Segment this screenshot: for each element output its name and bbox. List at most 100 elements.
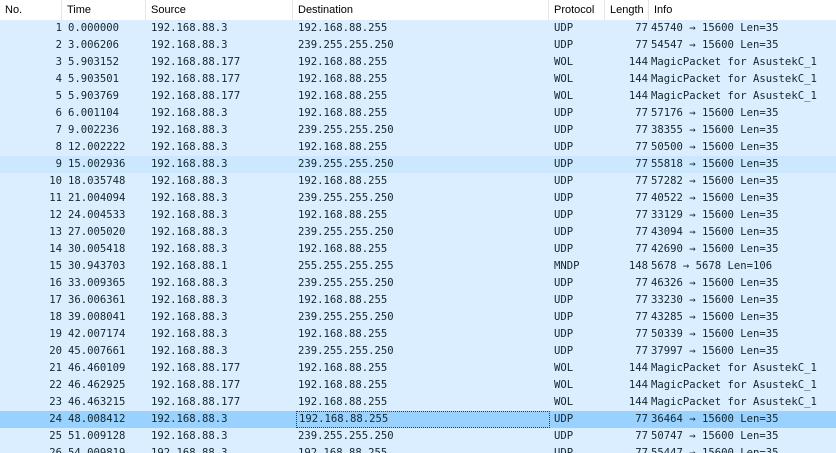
column-header-protocol[interactable]: Protocol — [549, 0, 605, 20]
packet-row[interactable]: 6 6.001104 192.168.88.3 192.168.88.255 UDP 77… — [0, 105, 836, 122]
packet-info-cell: 54547 → 15600 Len=35 — [651, 39, 779, 51]
packet-time-cell: 5.903769 — [68, 90, 120, 102]
packet-source-cell: 192.168.88.177 — [151, 73, 241, 85]
packet-row[interactable]: 24 48.008412 192.168.88.3 192.168.88.255 UDP… — [0, 411, 836, 428]
packet-length-cell: 77 — [635, 124, 648, 136]
packet-row[interactable]: 7 9.002236 192.168.88.3 239.255.255.250 UDP 7… — [0, 122, 836, 139]
packet-row[interactable]: 2 3.006206 192.168.88.3 239.255.255.250 UDP 7… — [0, 37, 836, 54]
column-header-time[interactable]: Time — [62, 0, 146, 20]
packet-length-cell: 77 — [635, 192, 648, 204]
packet-source-cell: 192.168.88.177 — [151, 379, 241, 391]
packet-list[interactable]: No. Time Source Destination Protocol Len… — [0, 0, 836, 453]
packet-row[interactable]: 4 5.903501 192.168.88.177 192.168.88.255 WOL… — [0, 71, 836, 88]
packet-row[interactable]: 11 21.004094 192.168.88.3 239.255.255.250 UD… — [0, 190, 836, 207]
packet-destination-cell: 192.168.88.255 — [298, 107, 388, 119]
packet-destination-cell: 239.255.255.250 — [298, 430, 394, 442]
packet-length-cell: 77 — [635, 39, 648, 51]
packet-time-cell: 39.008041 — [68, 311, 126, 323]
packet-info-cell: MagicPacket for AsustekC_1 — [651, 396, 817, 408]
packet-no-cell: 24 — [49, 413, 62, 425]
packet-source-cell: 192.168.88.3 — [151, 209, 228, 221]
packet-protocol-cell: WOL — [554, 379, 574, 391]
column-header-no[interactable]: No. — [0, 0, 62, 20]
packet-no-cell: 16 — [49, 277, 62, 289]
packet-row[interactable]: 3 5.903152 192.168.88.177 192.168.88.255 WOL… — [0, 54, 836, 71]
packet-time-cell: 33.009365 — [68, 277, 126, 289]
packet-row[interactable]: 16 33.009365 192.168.88.3 239.255.255.250 UD… — [0, 275, 836, 292]
column-header-destination[interactable]: Destination — [293, 0, 549, 20]
packet-destination-cell: 239.255.255.250 — [298, 226, 394, 238]
packet-time-cell: 48.008412 — [68, 413, 126, 425]
packet-info-cell: 50747 → 15600 Len=35 — [651, 430, 779, 442]
packet-info-cell: MagicPacket for AsustekC_1 — [651, 90, 817, 102]
packet-no-cell: 6 — [55, 107, 62, 119]
packet-row[interactable]: 12 24.004533 192.168.88.3 192.168.88.255 UDP… — [0, 207, 836, 224]
packet-protocol-cell: UDP — [554, 107, 574, 119]
packet-destination-cell: 192.168.88.255 — [298, 243, 388, 255]
packet-row[interactable]: 19 42.007174 192.168.88.3 192.168.88.255 UDP… — [0, 326, 836, 343]
packet-destination-cell: 192.168.88.255 — [298, 90, 388, 102]
packet-row[interactable]: 9 15.002936 192.168.88.3 239.255.255.250 UDP… — [0, 156, 836, 173]
packet-row[interactable]: 8 12.002222 192.168.88.3 192.168.88.255 UDP 7… — [0, 139, 836, 156]
packet-row[interactable]: 1 0.000000 192.168.88.3 192.168.88.255 UDP 77… — [0, 20, 836, 37]
packet-row[interactable]: 23 46.463215 192.168.88.177 192.168.88.255 W… — [0, 394, 836, 411]
packet-info-cell: 38355 → 15600 Len=35 — [651, 124, 779, 136]
packet-row[interactable]: 15 30.943703 192.168.88.1 255.255.255.255 MN… — [0, 258, 836, 275]
packet-length-cell: 144 — [628, 362, 648, 374]
packet-destination-cell: 192.168.88.255 — [298, 362, 388, 374]
packet-info-cell: 45740 → 15600 Len=35 — [651, 22, 779, 34]
packet-destination-cell: 239.255.255.250 — [298, 311, 394, 323]
packet-row[interactable]: 5 5.903769 192.168.88.177 192.168.88.255 WOL… — [0, 88, 836, 105]
packet-destination-cell: 239.255.255.250 — [298, 345, 394, 357]
packet-length-cell: 144 — [628, 56, 648, 68]
packet-no-cell: 5 — [55, 90, 62, 102]
column-header-row: No. Time Source Destination Protocol Len… — [0, 0, 836, 21]
packet-source-cell: 192.168.88.3 — [151, 311, 228, 323]
packet-length-cell: 77 — [635, 447, 648, 453]
packet-info-cell: 33230 → 15600 Len=35 — [651, 294, 779, 306]
packet-destination-cell: 192.168.88.255 — [298, 73, 388, 85]
packet-source-cell: 192.168.88.3 — [151, 107, 228, 119]
packet-protocol-cell: UDP — [554, 39, 574, 51]
packet-row[interactable]: 25 51.009128 192.168.88.3 239.255.255.250 UD… — [0, 428, 836, 445]
packet-protocol-cell: UDP — [554, 209, 574, 221]
packet-info-cell: 36464 → 15600 Len=35 — [651, 413, 779, 425]
packet-row[interactable]: 21 46.460109 192.168.88.177 192.168.88.255 W… — [0, 360, 836, 377]
packet-length-cell: 77 — [635, 175, 648, 187]
column-header-info[interactable]: Info — [649, 0, 836, 20]
packet-time-cell: 27.005020 — [68, 226, 126, 238]
packet-row[interactable]: 13 27.005020 192.168.88.3 239.255.255.250 UD… — [0, 224, 836, 241]
packet-row[interactable]: 18 39.008041 192.168.88.3 239.255.255.250 UD… — [0, 309, 836, 326]
packet-time-cell: 15.002936 — [68, 158, 126, 170]
packet-row[interactable]: 26 54.009819 192.168.88.3 192.168.88.255 UDP… — [0, 445, 836, 453]
packet-time-cell: 30.943703 — [68, 260, 126, 272]
packet-length-cell: 77 — [635, 209, 648, 221]
packet-source-cell: 192.168.88.3 — [151, 277, 228, 289]
packet-source-cell: 192.168.88.3 — [151, 141, 228, 153]
packet-row[interactable]: 14 30.005418 192.168.88.3 192.168.88.255 UDP… — [0, 241, 836, 258]
packet-no-cell: 17 — [49, 294, 62, 306]
packet-row[interactable]: 17 36.006361 192.168.88.3 192.168.88.255 UDP… — [0, 292, 836, 309]
packet-info-cell: 50339 → 15600 Len=35 — [651, 328, 779, 340]
packet-source-cell: 192.168.88.3 — [151, 447, 228, 453]
packet-row[interactable]: 22 46.462925 192.168.88.177 192.168.88.255 W… — [0, 377, 836, 394]
packet-no-cell: 9 — [55, 158, 62, 170]
column-header-length[interactable]: Length — [605, 0, 649, 20]
packet-destination-cell: 192.168.88.255 — [298, 447, 388, 453]
packet-no-cell: 3 — [55, 56, 62, 68]
packet-protocol-cell: UDP — [554, 430, 574, 442]
packet-destination-cell: 192.168.88.255 — [298, 396, 388, 408]
packet-protocol-cell: UDP — [554, 226, 574, 238]
column-header-source[interactable]: Source — [146, 0, 293, 20]
packet-time-cell: 9.002236 — [68, 124, 120, 136]
packet-protocol-cell: UDP — [554, 192, 574, 204]
packet-destination-cell: 192.168.88.255 — [298, 294, 388, 306]
packet-time-cell: 46.460109 — [68, 362, 126, 374]
packet-row[interactable]: 20 45.007661 192.168.88.3 239.255.255.250 UD… — [0, 343, 836, 360]
packet-destination-cell: 239.255.255.250 — [298, 192, 394, 204]
packet-protocol-cell: UDP — [554, 447, 574, 453]
packet-row[interactable]: 10 18.035748 192.168.88.3 192.168.88.255 UDP… — [0, 173, 836, 190]
packet-no-cell: 10 — [49, 175, 62, 187]
packet-time-cell: 6.001104 — [68, 107, 120, 119]
packet-length-cell: 77 — [635, 141, 648, 153]
